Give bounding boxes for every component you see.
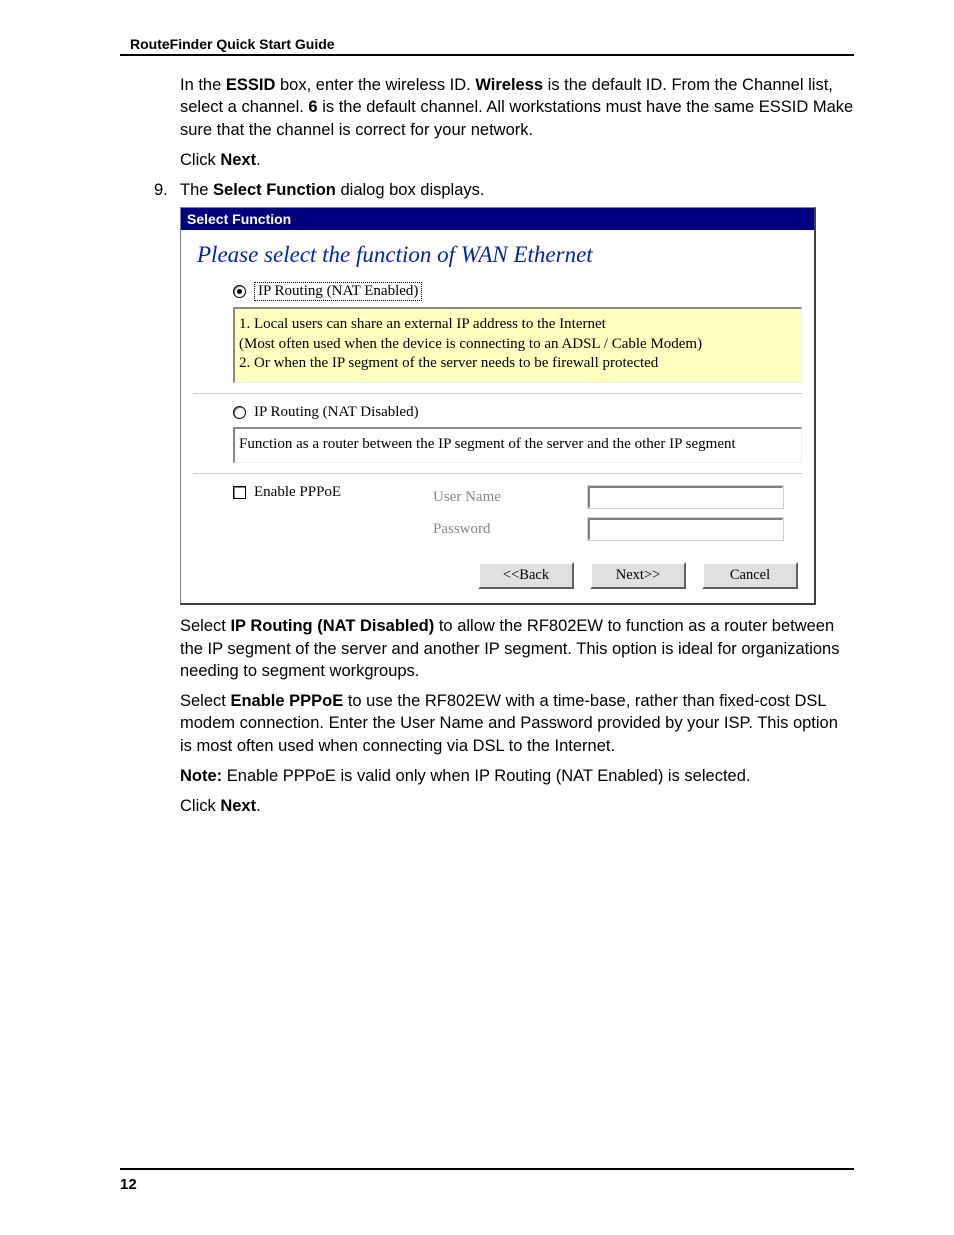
- username-label: User Name: [433, 489, 588, 506]
- dialog-titlebar: Select Function: [181, 208, 814, 230]
- enable-pppoe-checkbox[interactable]: Enable PPPoE: [233, 484, 433, 501]
- option-nat-enabled-description: 1. Local users can share an external IP …: [233, 307, 802, 383]
- page-footer: 12: [120, 1168, 854, 1193]
- option-nat-disabled-label: IP Routing (NAT Disabled): [254, 404, 419, 421]
- step-number: 9.: [154, 179, 180, 201]
- doc-title: RouteFinder Quick Start Guide: [120, 36, 335, 52]
- page-number: 12: [120, 1176, 137, 1193]
- back-button[interactable]: <<Back: [478, 562, 574, 589]
- username-field[interactable]: [588, 486, 783, 508]
- after-paragraph-1: Select IP Routing (NAT Disabled) to allo…: [180, 615, 854, 682]
- page-header: RouteFinder Quick Start Guide: [120, 36, 854, 56]
- radio-icon[interactable]: [233, 406, 246, 419]
- password-field[interactable]: [588, 518, 783, 540]
- click-next-1: Click Next.: [180, 149, 854, 171]
- select-function-dialog: Select Function Please select the functi…: [180, 207, 816, 605]
- after-paragraph-2: Select Enable PPPoE to use the RF802EW w…: [180, 690, 854, 757]
- separator: [193, 473, 802, 474]
- step-9-line: 9. The Select Function dialog box displa…: [154, 179, 854, 201]
- cancel-button[interactable]: Cancel: [702, 562, 798, 589]
- dialog-headline: Please select the function of WAN Ethern…: [197, 242, 802, 268]
- option-nat-disabled[interactable]: IP Routing (NAT Disabled): [233, 404, 802, 421]
- password-label: Password: [433, 521, 588, 538]
- click-next-2: Click Next.: [180, 795, 854, 817]
- intro-paragraph: In the ESSID box, enter the wireless ID.…: [180, 74, 854, 141]
- next-button[interactable]: Next>>: [590, 562, 686, 589]
- separator: [193, 393, 802, 394]
- checkbox-icon[interactable]: [233, 486, 246, 499]
- enable-pppoe-label: Enable PPPoE: [254, 484, 341, 501]
- note-paragraph: Note: Enable PPPoE is valid only when IP…: [180, 765, 854, 787]
- option-nat-enabled-label: IP Routing (NAT Enabled): [254, 282, 422, 301]
- option-nat-enabled[interactable]: IP Routing (NAT Enabled): [233, 282, 802, 301]
- radio-icon[interactable]: [233, 285, 246, 298]
- option-nat-disabled-description: Function as a router between the IP segm…: [233, 427, 802, 464]
